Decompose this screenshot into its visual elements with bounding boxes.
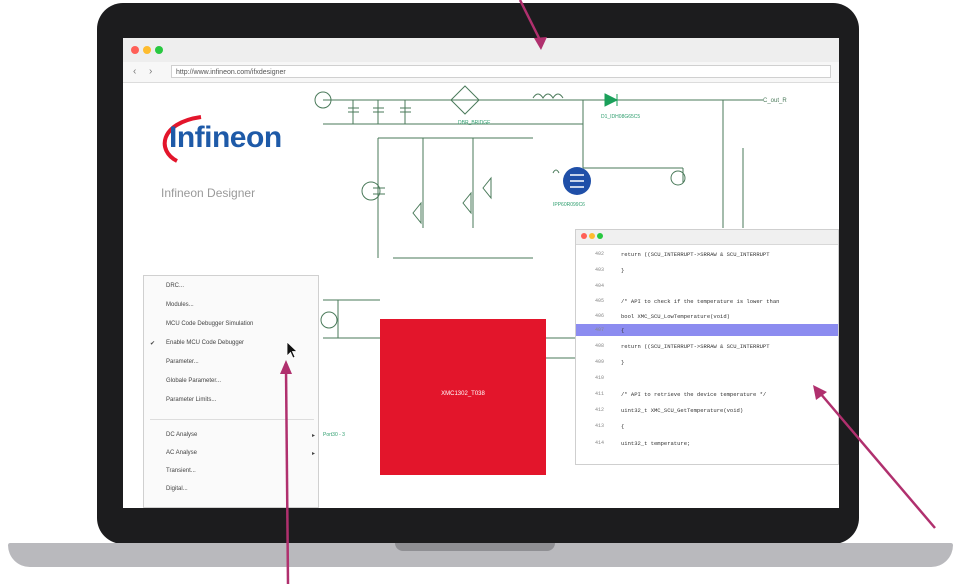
menu-item-modules[interactable]: Modules... [166,302,194,308]
code-line: return ((SCU_INTERRUPT->SRRAW & SCU_INTE… [621,251,770,258]
menu-item-enable-debugger[interactable]: Enable MCU Code Debugger [166,340,244,346]
editor-close-button[interactable] [581,233,587,239]
bridge-label: DBR_BRIDGE [458,120,491,126]
editor-minimize-button[interactable] [589,233,595,239]
capacitor-plates [348,107,411,113]
menu-item-drc[interactable]: DRC... [166,283,184,289]
line-number: 413 [595,423,605,429]
chip-label: XMC1302_T038 [441,391,485,397]
mosfet-wires [583,167,684,183]
code-line: uint32_t temperature; [621,440,691,447]
menu-item-mcu-simulation[interactable]: MCU Code Debugger Simulation [166,321,253,327]
menu-item-dc-analyse[interactable]: DC Analyse [166,432,197,438]
code-editor-window: 402 return ((SCU_INTERRUPT->SRRAW & SCU_… [575,229,839,465]
line-number: 414 [595,440,605,446]
code-line: return ((SCU_INTERRUPT->SRRAW & SCU_INTE… [621,343,770,350]
code-line: } [621,267,625,274]
code-line: bool XMC_SCU_LowTemperature(void) [621,313,730,320]
line-number: 403 [595,267,605,273]
junction [552,169,560,174]
diode-icon [604,93,619,107]
menu-item-global-parameter[interactable]: Globale Parameter... [166,378,221,384]
menu-item-parameter-limits[interactable]: Parameter Limits... [166,397,216,403]
inductor [532,93,564,99]
submenu-arrow-icon: ▸ [312,433,316,439]
menu-separator [150,419,314,420]
line-number: 405 [595,298,605,304]
input-port-label: Port30 - 3 [323,432,345,438]
line-number: 412 [595,407,605,413]
context-menu: DRC... Modules... MCU Code Debugger Simu… [143,275,319,508]
source-symbol [373,187,385,195]
submenu-arrow-icon: ▸ [312,451,316,457]
checkmark-icon: ✔ [150,341,156,347]
net-out-label: C_out_R [763,98,787,104]
microcontroller-chip[interactable]: XMC1302_T038 [380,319,546,475]
supply-source-icon [320,311,338,329]
line-number: 407 [595,327,605,333]
line-number: 408 [595,343,605,349]
menu-item-parameter[interactable]: Parameter... [166,359,199,365]
code-line: { [621,327,625,334]
diode-label: D1_IDH08G65C5 [601,114,640,120]
line-number: 402 [595,251,605,257]
laptop-base-notch [395,543,555,551]
highlighted-line [576,324,838,336]
line-number: 409 [595,359,605,365]
mouse-cursor-icon [286,341,299,359]
line-number: 410 [595,375,605,381]
line-number: 406 [595,313,605,319]
code-editor-title-bar [576,230,838,245]
code-line: { [621,423,625,430]
line-number: 404 [595,283,605,289]
mosfet-label: IPP60R099C6 [553,202,585,208]
menu-item-ac-analyse[interactable]: AC Analyse [166,450,197,456]
transistor-symbols [412,176,492,225]
line-number: 411 [595,391,605,397]
code-line: uint32_t XMC_SCU_GetTemperature(void) [621,407,744,414]
driver-wires [377,137,533,258]
menu-item-transient[interactable]: Transient... [166,468,196,474]
menu-item-digital[interactable]: Digital... [166,486,188,492]
code-line: /* API to check if the temperature is lo… [621,298,780,305]
dc-source-icon [361,181,381,201]
editor-maximize-button[interactable] [597,233,603,239]
laptop-screen: ‹ › http://www.infineon.com/ifxdesigner … [123,38,839,508]
code-line: /* API to retrieve the device temperatur… [621,391,767,398]
code-line: } [621,359,625,366]
